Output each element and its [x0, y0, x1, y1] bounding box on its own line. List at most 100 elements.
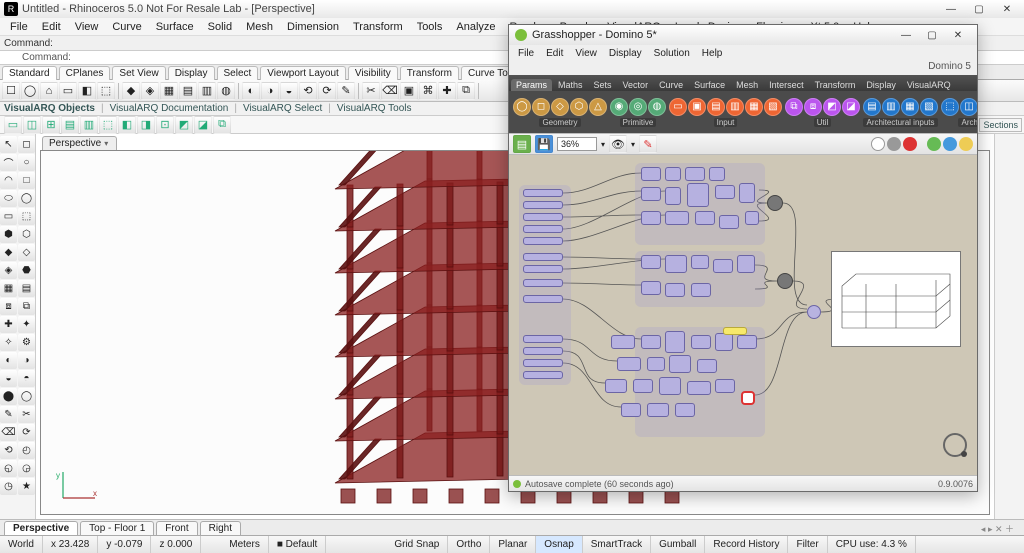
visualarq-button[interactable]: ▥	[80, 116, 98, 134]
gh-ribbon-button[interactable]: ◎	[629, 98, 647, 116]
menu-edit[interactable]: Edit	[36, 20, 67, 34]
rhino-minimize-button[interactable]: —	[938, 2, 964, 16]
gh-menu-display[interactable]: Display	[604, 48, 647, 59]
left-tool-button[interactable]: ◠	[0, 172, 17, 189]
gh-component[interactable]	[523, 359, 563, 367]
gh-preview-selected-button[interactable]	[943, 137, 957, 151]
visualarq-button[interactable]: ◧	[118, 116, 136, 134]
gh-menu-file[interactable]: File	[513, 48, 539, 59]
gh-ribbon-button[interactable]: ▦	[745, 98, 763, 116]
toolbar-button[interactable]: ▥	[198, 82, 216, 100]
gh-component[interactable]	[641, 187, 661, 201]
tool-tab-cplanes[interactable]: CPlanes	[59, 66, 111, 80]
gh-display-render-button[interactable]	[903, 137, 917, 151]
left-tool-button[interactable]: ◓	[18, 370, 35, 387]
gh-ribbon-button[interactable]: ◇	[551, 98, 569, 116]
gh-ribbon-button[interactable]: ▤	[863, 98, 881, 116]
menu-view[interactable]: View	[69, 20, 105, 34]
left-tool-button[interactable]: ⬚	[18, 208, 35, 225]
toolbar-button[interactable]: ⟳	[318, 82, 336, 100]
sections-panel-tab[interactable]: Sections	[979, 118, 1022, 132]
gh-component[interactable]	[523, 265, 563, 273]
gh-ribbon-button[interactable]: ◯	[513, 98, 531, 116]
gh-tab-curve[interactable]: Curve	[654, 79, 688, 91]
gh-component[interactable]	[523, 295, 563, 303]
gh-component[interactable]	[691, 255, 709, 269]
gh-component[interactable]	[641, 255, 661, 269]
gh-ribbon-button[interactable]: ◉	[610, 98, 628, 116]
gh-component[interactable]	[523, 189, 563, 197]
gh-open-button[interactable]: ▤	[513, 135, 531, 153]
left-tool-button[interactable]: ✧	[0, 334, 17, 351]
viewport-tab-controls[interactable]: ◂ ▸ ✕ ＋	[981, 522, 1014, 535]
menu-curve[interactable]: Curve	[106, 20, 147, 34]
toolbar-button[interactable]: ▭	[59, 82, 77, 100]
tool-tab-select[interactable]: Select	[217, 66, 259, 80]
gh-component[interactable]	[665, 211, 689, 225]
gh-component[interactable]	[641, 211, 661, 225]
toolbar-button[interactable]: ✎	[337, 82, 355, 100]
left-tool-button[interactable]: ⬡	[18, 226, 35, 243]
gh-component[interactable]	[715, 379, 735, 393]
gh-component[interactable]	[641, 335, 661, 349]
gh-component[interactable]	[665, 187, 681, 205]
gh-component[interactable]	[523, 347, 563, 355]
rhino-maximize-button[interactable]: ▢	[966, 2, 992, 16]
gh-component[interactable]	[617, 357, 641, 371]
gh-component-panel[interactable]	[723, 327, 747, 335]
gh-output-node[interactable]	[777, 273, 793, 289]
menu-dimension[interactable]: Dimension	[281, 20, 345, 34]
viewport-tab-right[interactable]: Right	[200, 521, 241, 535]
gh-component[interactable]	[685, 167, 705, 181]
viewport-title-tab[interactable]: Perspective ▾	[42, 136, 117, 150]
status-gumball[interactable]: Gumball	[651, 536, 705, 553]
gh-component[interactable]	[745, 211, 759, 225]
gh-tab-intersect[interactable]: Intersect	[764, 79, 809, 91]
menu-tools[interactable]: Tools	[411, 20, 449, 34]
status-cpu[interactable]: CPU use: 4.3 %	[828, 536, 916, 553]
gh-ribbon-button[interactable]: ◫	[960, 98, 977, 116]
left-tool-button[interactable]: ◆	[0, 244, 17, 261]
toolbar-button[interactable]: ▤	[179, 82, 197, 100]
left-tool-button[interactable]: ✚	[0, 316, 17, 333]
left-tool-button[interactable]: □	[18, 172, 35, 189]
visualarq-button[interactable]: ⊞	[42, 116, 60, 134]
gh-ribbon-button[interactable]: ▭	[669, 98, 687, 116]
gh-menu-solution[interactable]: Solution	[649, 48, 695, 59]
menu-solid[interactable]: Solid	[202, 20, 238, 34]
left-tool-button[interactable]: ◯	[18, 190, 35, 207]
gh-component[interactable]	[739, 183, 755, 203]
tool-tab-standard[interactable]: Standard	[2, 66, 57, 80]
gh-ribbon-button[interactable]: ▤	[707, 98, 725, 116]
gh-preview-on-button[interactable]	[927, 137, 941, 151]
tool-tab-set-view[interactable]: Set View	[112, 66, 165, 80]
left-tool-button[interactable]: ◻	[18, 136, 35, 153]
visualarq-tab[interactable]: VisualARQ Objects	[4, 103, 95, 114]
left-tool-button[interactable]: ◴	[18, 442, 35, 459]
gh-titlebar[interactable]: Grasshopper - Domino 5* — ▢ ✕	[509, 25, 977, 45]
gh-component[interactable]	[523, 225, 563, 233]
toolbar-button[interactable]: ◈	[141, 82, 159, 100]
left-tool-button[interactable]: ⚙	[18, 334, 35, 351]
gh-component[interactable]	[523, 201, 563, 209]
toolbar-button[interactable]: ◧	[78, 82, 96, 100]
status-grid-snap[interactable]: Grid Snap	[386, 536, 448, 553]
gh-ribbon-button[interactable]: △	[589, 98, 607, 116]
gh-compass-icon[interactable]	[943, 433, 967, 457]
toolbar-button[interactable]: ◑	[261, 82, 279, 100]
gh-display-shaded-button[interactable]	[887, 137, 901, 151]
left-tool-button[interactable]: ⧈	[0, 298, 17, 315]
visualarq-button[interactable]: ⧉	[213, 116, 231, 134]
menu-surface[interactable]: Surface	[150, 20, 200, 34]
left-tool-button[interactable]: ⬭	[0, 190, 17, 207]
gh-menu-help[interactable]: Help	[697, 48, 728, 59]
left-tool-button[interactable]: ○	[18, 154, 35, 171]
gh-ribbon-button[interactable]: ▥	[882, 98, 900, 116]
status-ortho[interactable]: Ortho	[448, 536, 490, 553]
toolbar-button[interactable]: ◐	[242, 82, 260, 100]
left-tool-button[interactable]: ◑	[18, 352, 35, 369]
gh-component[interactable]	[737, 335, 757, 349]
left-tool-button[interactable]: ⟲	[0, 442, 17, 459]
visualarq-button[interactable]: ◨	[137, 116, 155, 134]
status-world[interactable]: World	[0, 536, 43, 553]
